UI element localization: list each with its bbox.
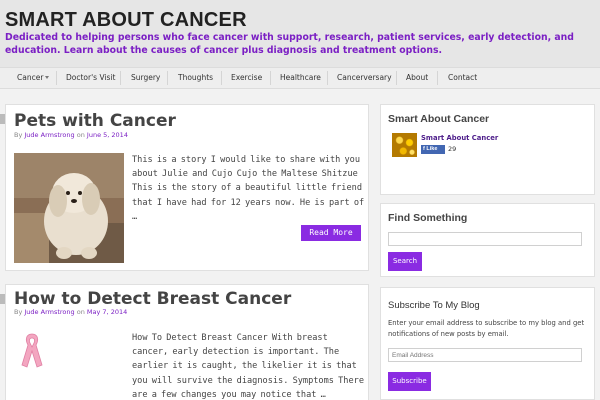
email-field[interactable] xyxy=(388,348,582,362)
nav-divider xyxy=(167,71,168,85)
nav-item-surgery[interactable]: Surgery xyxy=(131,68,160,88)
nav-item-label: Cancer xyxy=(17,73,44,82)
post-date-link[interactable]: May 7, 2014 xyxy=(87,308,127,316)
facebook-icon: f xyxy=(423,146,425,152)
nav-divider xyxy=(221,71,222,85)
nav-item-thoughts[interactable]: Thoughts xyxy=(178,68,213,88)
post-author-link[interactable]: Jude Armstrong xyxy=(24,308,74,316)
pink-ribbon-icon[interactable] xyxy=(20,331,44,369)
post-title[interactable]: Pets with Cancer xyxy=(14,111,176,131)
meta-on-label: on xyxy=(76,308,85,316)
site-title[interactable]: SMART ABOUT CANCER xyxy=(5,9,247,32)
post-meta: By Jude Armstrong on June 5, 2014 xyxy=(14,131,128,139)
post-title[interactable]: How to Detect Breast Cancer xyxy=(14,289,291,309)
post-card: How to Detect Breast Cancer By Jude Arms… xyxy=(5,284,369,400)
page-thumbnail[interactable] xyxy=(392,133,417,157)
site-header: SMART ABOUT CANCER Dedicated to helping … xyxy=(0,0,600,67)
post-card: Pets with Cancer By Jude Armstrong on Ju… xyxy=(5,104,369,271)
search-input[interactable] xyxy=(388,232,582,246)
nav-divider xyxy=(56,71,57,85)
nav-item-contact[interactable]: Contact xyxy=(448,68,477,88)
nav-item-healthcare[interactable]: Healthcare xyxy=(280,68,321,88)
post-date-link[interactable]: June 5, 2014 xyxy=(87,131,128,139)
meta-on-label: on xyxy=(76,131,85,139)
post-excerpt: How To Detect Breast Cancer With breast … xyxy=(132,333,364,400)
meta-by-label: By xyxy=(14,308,23,316)
nav-item-doctors-visit[interactable]: Doctor's Visit xyxy=(66,68,115,88)
nav-divider xyxy=(437,71,438,85)
widget-title: Subscribe To My Blog xyxy=(388,300,480,311)
subscribe-button[interactable]: Subscribe xyxy=(388,372,431,391)
nav-divider xyxy=(396,71,397,85)
widget-title: Find Something xyxy=(388,212,468,224)
facebook-page-link[interactable]: Smart About Cancer xyxy=(421,134,498,142)
widget-title: Smart About Cancer xyxy=(388,113,490,125)
chevron-down-icon xyxy=(45,76,49,79)
read-more-button[interactable]: Read More xyxy=(301,225,361,241)
nav-divider xyxy=(120,71,121,85)
nav-item-cancerversary[interactable]: Cancerversary xyxy=(337,68,392,88)
search-widget: Find Something Search xyxy=(380,203,595,277)
subscribe-text: Enter your email address to subscribe to… xyxy=(388,319,585,338)
nav-item-about[interactable]: About xyxy=(406,68,428,88)
nav-divider xyxy=(270,71,271,85)
facebook-like-button[interactable]: f Like xyxy=(421,145,445,154)
dog-photo[interactable] xyxy=(14,153,124,263)
nav-divider xyxy=(327,71,328,85)
main-nav: Cancer Doctor's Visit Surgery Thoughts E… xyxy=(0,67,600,89)
search-button[interactable]: Search xyxy=(388,252,422,271)
post-meta: By Jude Armstrong on May 7, 2014 xyxy=(14,308,127,316)
subscribe-widget: Subscribe To My Blog Enter your email ad… xyxy=(380,287,595,400)
nav-item-cancer[interactable]: Cancer xyxy=(17,68,43,88)
post-author-link[interactable]: Jude Armstrong xyxy=(24,131,74,139)
post-excerpt: This is a story I would like to share wi… xyxy=(132,155,365,222)
like-count: 29 xyxy=(448,145,457,153)
meta-by-label: By xyxy=(14,131,23,139)
site-description: Dedicated to helping persons who face ca… xyxy=(5,32,574,56)
like-label: Like xyxy=(426,146,438,152)
nav-item-exercise[interactable]: Exercise xyxy=(231,68,262,88)
